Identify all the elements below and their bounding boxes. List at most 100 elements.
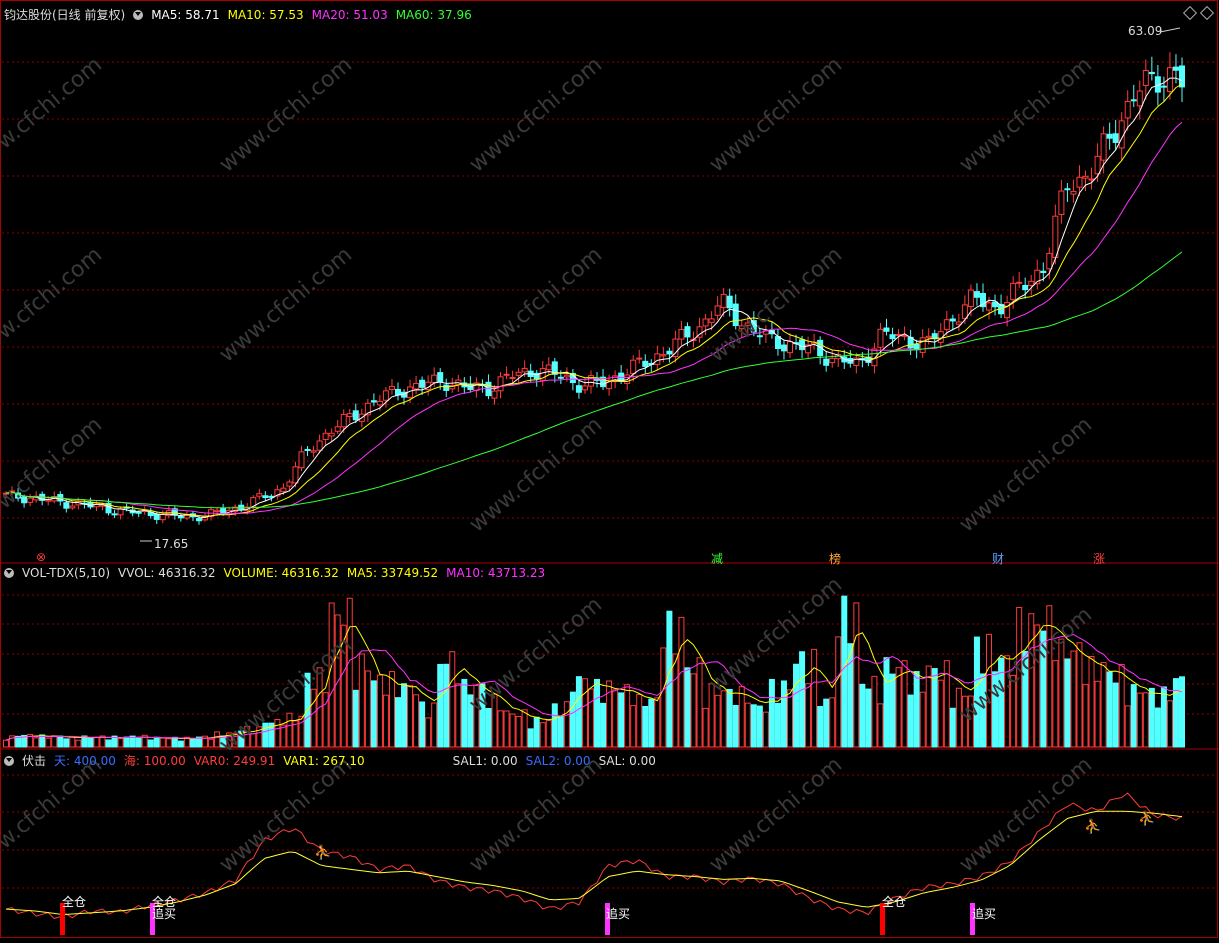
runner-icon: ⛹ — [1138, 809, 1155, 827]
candle-body — [395, 388, 401, 396]
candle-body — [720, 293, 727, 308]
volume-bar — [382, 694, 389, 748]
volume-bar — [503, 710, 510, 748]
volume-bar — [425, 717, 432, 748]
watermark: www.cfchi.com — [465, 412, 607, 537]
volume-bar — [708, 683, 715, 748]
watermark: www.cfchi.com — [0, 752, 107, 877]
candle-body — [334, 426, 341, 432]
signal-full-3: 全仓 — [882, 895, 907, 909]
volume-bar — [286, 712, 293, 748]
watermark: www.cfchi.com — [0, 52, 107, 177]
candle-body — [660, 354, 667, 357]
candle-body — [1046, 252, 1053, 270]
candle-body — [256, 493, 263, 497]
high-pointer — [1159, 27, 1181, 33]
candle-body — [63, 502, 70, 509]
watermark: www.cfchi.com — [0, 242, 107, 367]
volume-bar — [569, 691, 576, 748]
candle-body — [1112, 133, 1119, 143]
candle-body — [1070, 190, 1077, 195]
volume-bar — [672, 653, 679, 748]
candle-body — [310, 450, 317, 453]
candle-body — [986, 302, 993, 311]
candle-body — [1016, 281, 1023, 284]
dropdown-icon[interactable] — [4, 755, 14, 766]
volume-bar — [63, 738, 70, 748]
candle-body — [515, 371, 522, 376]
ma5-value: MA5: 58.71 — [151, 7, 220, 22]
watermark: www.cfchi.com — [215, 52, 357, 177]
event-list[interactable]: 榜 — [829, 550, 841, 567]
volume-bar — [1076, 642, 1083, 748]
volume-bar — [69, 735, 76, 748]
dropdown-icon[interactable] — [133, 9, 144, 20]
volume-bar — [563, 701, 570, 748]
candle-body — [889, 334, 896, 340]
candle-body — [111, 513, 118, 516]
candle-body — [871, 348, 878, 367]
vol-title: VOL-TDX(5,10) — [22, 566, 111, 580]
candle-body — [298, 451, 305, 469]
event-finance[interactable]: 财 — [992, 550, 1004, 567]
candle-body — [1179, 65, 1185, 88]
volume-bar — [45, 737, 52, 748]
volume-bar — [395, 697, 401, 748]
volume-bar — [787, 689, 793, 748]
volume-bar — [105, 739, 112, 748]
candle-body — [563, 374, 570, 378]
candle-body — [1100, 133, 1107, 161]
hai-value: 海: 100.00 — [123, 754, 186, 768]
volume-bar — [1148, 687, 1155, 748]
volume-bar — [1154, 707, 1161, 748]
candle-body — [557, 376, 564, 379]
stock-chart-window: ⛹ ⛹ ⛹ www.cfchi.com www.cfchi.com www.cfchi.c… — [0, 0, 1219, 939]
event-reduce[interactable]: 减 — [711, 550, 723, 567]
volume-bar — [865, 688, 872, 748]
volume-bar — [1094, 680, 1101, 748]
volume-bar — [509, 713, 516, 748]
candle-body — [708, 318, 715, 323]
volume-bar — [587, 688, 594, 748]
volume-bar — [370, 680, 377, 748]
candle-body — [1172, 66, 1179, 71]
volume-bar — [75, 739, 82, 748]
tian-value: 天: 400.00 — [54, 754, 116, 768]
dropdown-icon[interactable] — [4, 568, 14, 578]
volume-bar — [949, 707, 956, 748]
volume-bar — [702, 707, 709, 748]
candle-body — [901, 334, 908, 337]
volume-bar — [829, 697, 836, 748]
candle-body — [1052, 215, 1059, 259]
candle-body — [992, 301, 999, 308]
volume-bar — [811, 648, 818, 748]
volume-bar — [594, 678, 601, 748]
volume-bar — [750, 704, 757, 748]
candle-body — [1142, 69, 1149, 86]
volume-bar — [726, 688, 733, 748]
candle-body — [69, 505, 76, 509]
candle-body — [943, 319, 950, 330]
watermark: www.cfchi.com — [465, 52, 607, 177]
volume-bar — [165, 738, 172, 748]
candle-body — [829, 357, 836, 364]
candle-body — [630, 359, 637, 375]
volume-bar — [738, 686, 745, 748]
volume-bar — [1136, 692, 1143, 748]
volume-bar — [87, 736, 94, 748]
volume-bar — [533, 716, 540, 748]
candle-body — [726, 295, 733, 309]
candle-body — [1148, 71, 1155, 75]
event-rise[interactable]: 涨 — [1093, 550, 1105, 567]
candle-body — [949, 318, 956, 322]
volume-bar — [407, 685, 414, 748]
candle-body — [304, 448, 311, 451]
volume-bar — [208, 738, 215, 748]
candle-body — [1106, 133, 1113, 139]
candle-body — [636, 357, 643, 360]
candle-body — [238, 504, 245, 510]
volume-bar — [539, 722, 546, 748]
vol-ma5-value: MA5: 33749.52 — [346, 566, 439, 580]
candle-body — [1010, 282, 1017, 301]
candle-body — [787, 341, 793, 354]
